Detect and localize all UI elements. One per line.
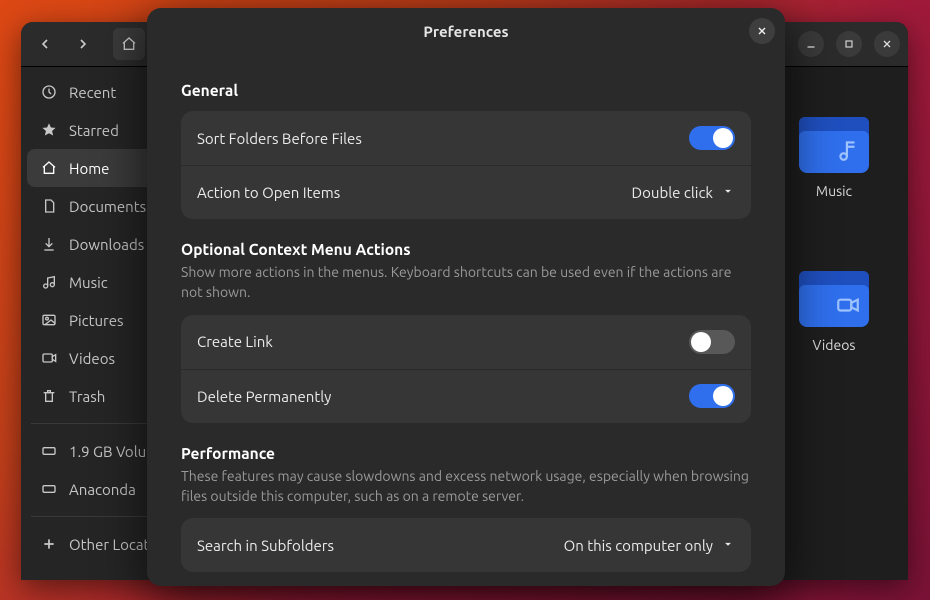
row-label: Action to Open Items [197,184,618,201]
sidebar-item-label: Downloads [69,236,144,253]
section-title-general: General [181,82,751,99]
row-search-subfolders[interactable]: Search in Subfolders On this computer on… [181,518,751,572]
group-context: Create Link Delete Permanently [181,315,751,423]
chevron-down-icon [721,184,735,201]
music-note-icon [835,137,861,167]
folder-videos[interactable]: Videos [784,271,884,353]
dialog-close-button[interactable] [749,18,775,44]
sidebar-item-label: Home [69,160,109,177]
dropdown-open-action[interactable]: Double click [632,184,735,201]
row-label: Create Link [197,333,675,350]
sidebar-item-label: Documents [69,198,146,215]
sidebar-item-label: Recent [69,84,116,101]
group-general: Sort Folders Before Files Action to Open… [181,111,751,219]
folder-music[interactable]: Music [784,117,884,199]
row-label: Delete Permanently [197,388,675,405]
dropdown-search-subfolders[interactable]: On this computer only [564,537,735,554]
sidebar-item-label: Music [69,274,108,291]
folder-icon [799,117,869,173]
window-close-button[interactable] [874,31,900,57]
dialog-body: General Sort Folders Before Files Action… [147,54,785,586]
dialog-title: Preferences [423,23,508,40]
chevron-down-icon [721,537,735,554]
row-create-link[interactable]: Create Link [181,315,751,369]
dropdown-value: On this computer only [564,537,713,554]
toggle-delete-permanently[interactable] [689,384,735,408]
row-delete-permanently[interactable]: Delete Permanently [181,369,751,423]
group-performance: Search in Subfolders On this computer on… [181,518,751,572]
folder-label: Videos [784,337,884,353]
section-title-performance: Performance [181,445,751,462]
folder-label: Music [784,183,884,199]
window-maximize-button[interactable] [836,31,862,57]
toggle-create-link[interactable] [689,330,735,354]
sidebar-item-label: Anaconda [69,481,136,498]
dialog-header: Preferences [147,8,785,54]
sidebar-item-label: Starred [69,122,119,139]
dropdown-value: Double click [632,184,713,201]
row-label: Sort Folders Before Files [197,130,675,147]
section-subtitle-context: Show more actions in the menus. Keyboard… [181,262,751,303]
camcorder-icon [835,291,861,321]
preferences-dialog: Preferences General Sort Folders Before … [147,8,785,586]
toggle-sort-folders[interactable] [689,126,735,150]
nav-back-button[interactable] [29,28,61,60]
sidebar-item-label: Videos [69,350,115,367]
nav-forward-button[interactable] [67,28,99,60]
window-minimize-button[interactable] [798,31,824,57]
path-home-button[interactable] [113,28,145,60]
folder-icon [799,271,869,327]
section-title-context: Optional Context Menu Actions [181,241,751,258]
row-label: Search in Subfolders [197,537,550,554]
section-subtitle-performance: These features may cause slowdowns and e… [181,466,751,507]
row-open-action[interactable]: Action to Open Items Double click [181,165,751,219]
sidebar-item-label: Pictures [69,312,124,329]
sidebar-item-label: Trash [69,388,105,405]
row-sort-folders[interactable]: Sort Folders Before Files [181,111,751,165]
